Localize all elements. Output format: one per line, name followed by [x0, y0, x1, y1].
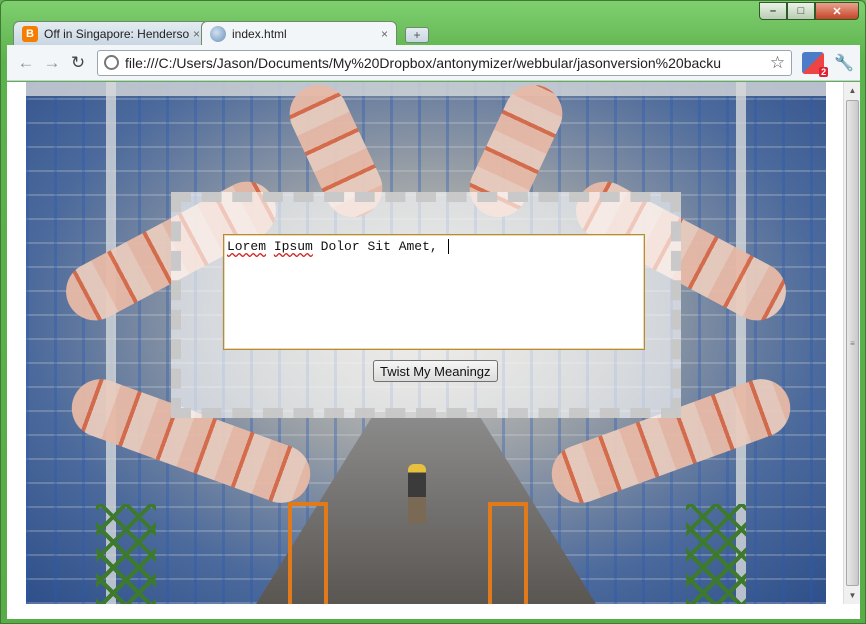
scroll-up-icon[interactable]: ▲: [844, 82, 860, 99]
tab-blog[interactable]: B Off in Singapore: Henderson ×: [13, 21, 209, 45]
tab-index[interactable]: index.html ×: [201, 21, 397, 45]
scene-railing: [288, 502, 328, 604]
tab-title: index.html: [232, 26, 287, 41]
scene-person: [408, 464, 426, 524]
bookmark-star-icon[interactable]: ☆: [770, 53, 785, 73]
scene-girder: [96, 504, 156, 604]
text-input[interactable]: Lorem Ipsum Dolor Sit Amet,: [223, 234, 645, 350]
reload-button[interactable]: ↻: [65, 50, 91, 76]
scene-railing: [488, 502, 528, 604]
rss-extension-icon[interactable]: 2: [802, 51, 829, 77]
blogger-icon: B: [22, 25, 38, 42]
twist-button[interactable]: Twist My Meaningz: [373, 360, 498, 382]
wrench-icon[interactable]: 🔧: [834, 53, 854, 73]
vertical-scrollbar[interactable]: ▲ ≡ ▼: [843, 82, 860, 604]
textarea-word: Sit: [367, 239, 391, 254]
globe-icon: [210, 25, 226, 42]
browser-window: – □ ✕ B Off in Singapore: Henderson × in…: [0, 0, 866, 624]
textarea-word: Amet,: [398, 239, 438, 254]
browser-toolbar: ← → ↻ file:///C:/Users/Jason/Documents/M…: [7, 45, 860, 81]
textarea-word: Lorem: [227, 239, 267, 254]
extension-badge: 2: [819, 66, 829, 77]
close-button[interactable]: ✕: [815, 2, 859, 20]
input-panel: Lorem Ipsum Dolor Sit Amet, Twist My Mea…: [171, 192, 681, 418]
page-icon: [104, 55, 119, 70]
maximize-button[interactable]: □: [787, 2, 815, 20]
scene-girder: [686, 504, 746, 604]
new-tab-button[interactable]: +: [405, 27, 429, 43]
address-bar[interactable]: file:///C:/Users/Jason/Documents/My%20Dr…: [97, 49, 793, 76]
grip-icon: ≡: [850, 338, 855, 348]
tab-title: Off in Singapore: Henderson: [44, 26, 189, 41]
page-viewport: Lorem Ipsum Dolor Sit Amet, Twist My Mea…: [7, 82, 860, 619]
textarea-word: Dolor: [320, 239, 360, 254]
window-controls: – □ ✕: [759, 2, 859, 20]
tab-close-icon[interactable]: ×: [193, 27, 200, 41]
scene-beam: [26, 82, 826, 96]
background-image: Lorem Ipsum Dolor Sit Amet, Twist My Mea…: [26, 82, 826, 604]
minimize-button[interactable]: –: [759, 2, 787, 20]
scroll-down-icon[interactable]: ▼: [844, 587, 860, 604]
back-button[interactable]: ←: [13, 50, 39, 76]
tab-close-icon[interactable]: ×: [381, 27, 388, 41]
text-caret: [447, 239, 449, 255]
scroll-thumb[interactable]: ≡: [846, 100, 859, 586]
forward-button[interactable]: →: [39, 50, 65, 76]
tab-strip: B Off in Singapore: Henderson × index.ht…: [13, 21, 429, 45]
url-text[interactable]: file:///C:/Users/Jason/Documents/My%20Dr…: [125, 55, 766, 71]
textarea-word: Ipsum: [273, 239, 313, 254]
